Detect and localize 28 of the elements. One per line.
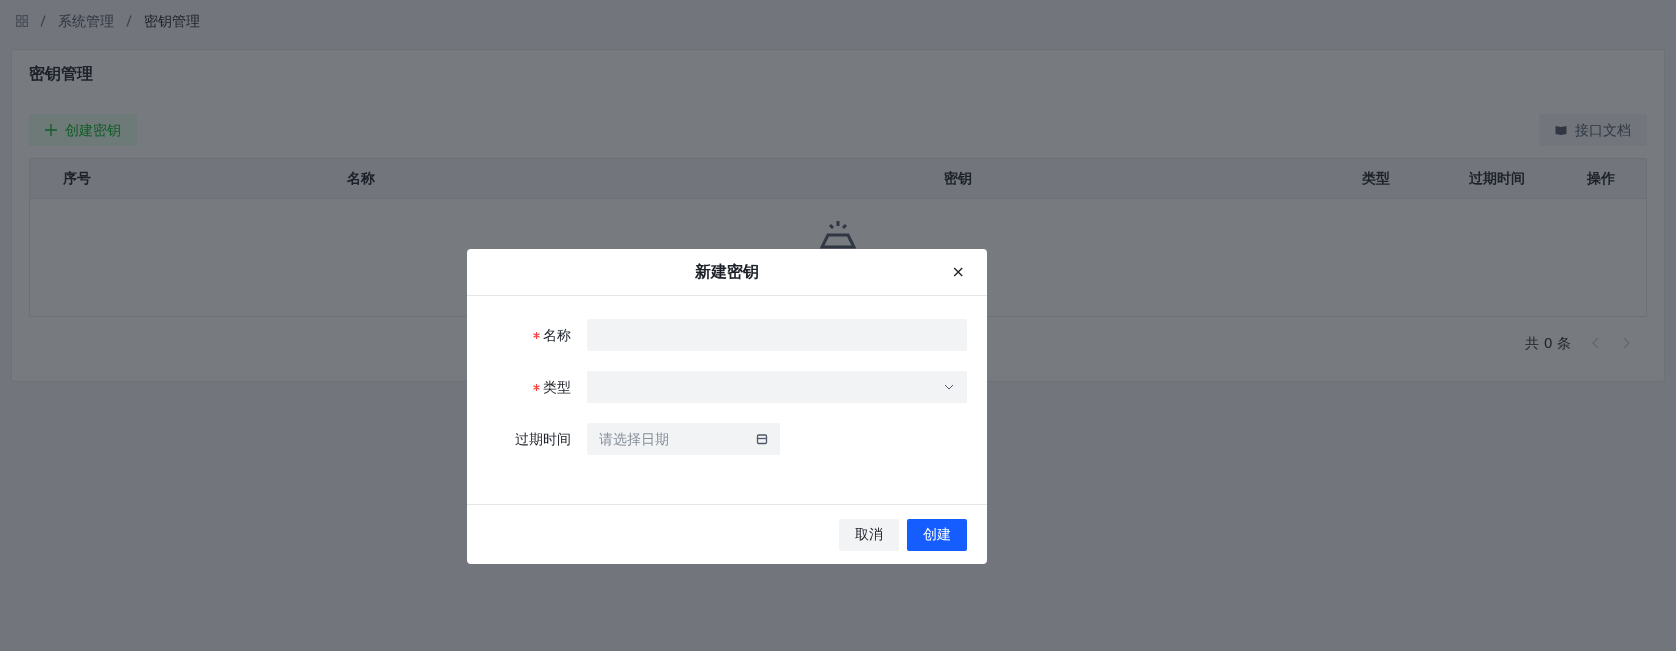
column-header: 密钥: [943, 169, 973, 188]
field-label: 过期时间: [515, 429, 571, 449]
empty-box-icon: [820, 221, 856, 249]
grid-icon[interactable]: [16, 15, 28, 27]
dialog-title: 新建密钥: [695, 261, 759, 283]
column-header: 过期时间: [1468, 169, 1526, 188]
field-label: 名称: [543, 325, 571, 345]
breadcrumb-separator: [126, 15, 132, 27]
column-header: 类型: [1361, 169, 1391, 188]
field-label: 类型: [543, 377, 571, 397]
type-select[interactable]: [587, 371, 967, 403]
column-header: 名称: [346, 169, 376, 188]
date-picker[interactable]: 请选择日期: [587, 423, 780, 455]
close-button[interactable]: ×: [949, 262, 967, 282]
create-button[interactable]: 创建: [907, 518, 967, 551]
breadcrumb-item[interactable]: 系统管理: [58, 10, 114, 32]
plus-icon: [45, 124, 57, 136]
total-count: 共 0 条: [1525, 333, 1571, 353]
column-header: 序号: [62, 169, 92, 188]
create-key-button[interactable]: 创建密钥: [29, 114, 137, 146]
card-title: 密钥管理: [29, 63, 94, 85]
column-header: 操作: [1586, 169, 1616, 188]
breadcrumb-item[interactable]: 密钥管理: [144, 10, 200, 32]
cancel-button[interactable]: 取消: [839, 518, 899, 551]
breadcrumb-separator: [40, 15, 46, 27]
calendar-icon: [756, 433, 768, 445]
date-placeholder: 请选择日期: [599, 429, 669, 449]
book-icon: [1555, 124, 1567, 136]
